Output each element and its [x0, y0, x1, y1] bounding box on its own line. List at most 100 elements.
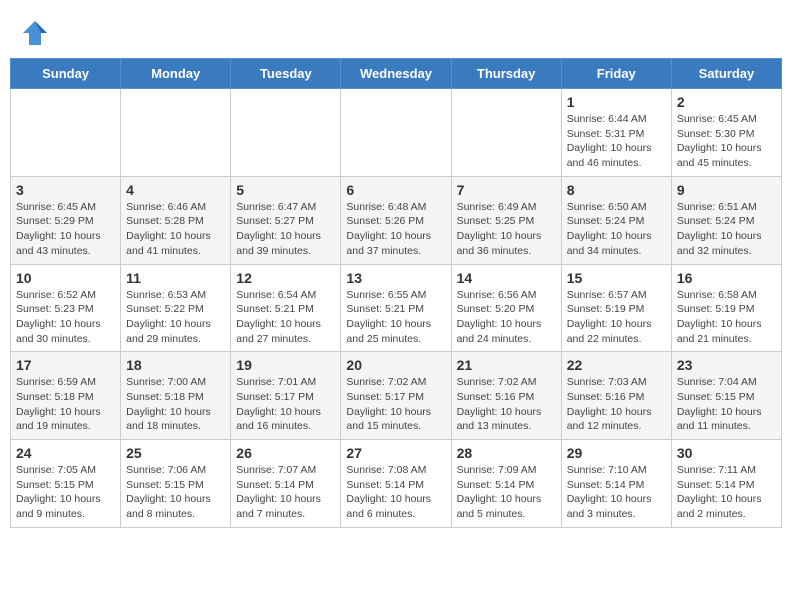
- day-info: Sunrise: 6:57 AMSunset: 5:19 PMDaylight:…: [567, 288, 666, 347]
- day-info: Sunrise: 6:47 AMSunset: 5:27 PMDaylight:…: [236, 200, 335, 259]
- day-number: 16: [677, 270, 776, 286]
- calendar-cell: 22 Sunrise: 7:03 AMSunset: 5:16 PMDayligh…: [561, 352, 671, 440]
- weekday-header: Saturday: [671, 59, 781, 89]
- calendar-cell: 29 Sunrise: 7:10 AMSunset: 5:14 PMDayligh…: [561, 440, 671, 528]
- calendar-cell: 13 Sunrise: 6:55 AMSunset: 5:21 PMDayligh…: [341, 264, 451, 352]
- day-info: Sunrise: 6:59 AMSunset: 5:18 PMDaylight:…: [16, 375, 115, 434]
- calendar-week-row: 1 Sunrise: 6:44 AMSunset: 5:31 PMDaylight…: [11, 89, 782, 177]
- weekday-header: Wednesday: [341, 59, 451, 89]
- day-info: Sunrise: 6:46 AMSunset: 5:28 PMDaylight:…: [126, 200, 225, 259]
- calendar-cell: 18 Sunrise: 7:00 AMSunset: 5:18 PMDayligh…: [121, 352, 231, 440]
- day-number: 8: [567, 182, 666, 198]
- day-info: Sunrise: 6:48 AMSunset: 5:26 PMDaylight:…: [346, 200, 445, 259]
- calendar-cell: 11 Sunrise: 6:53 AMSunset: 5:22 PMDayligh…: [121, 264, 231, 352]
- day-number: 2: [677, 94, 776, 110]
- calendar-cell: [451, 89, 561, 177]
- day-info: Sunrise: 7:04 AMSunset: 5:15 PMDaylight:…: [677, 375, 776, 434]
- day-info: Sunrise: 6:52 AMSunset: 5:23 PMDaylight:…: [16, 288, 115, 347]
- day-number: 14: [457, 270, 556, 286]
- day-number: 12: [236, 270, 335, 286]
- day-number: 1: [567, 94, 666, 110]
- day-info: Sunrise: 6:55 AMSunset: 5:21 PMDaylight:…: [346, 288, 445, 347]
- calendar-cell: 9 Sunrise: 6:51 AMSunset: 5:24 PMDaylight…: [671, 176, 781, 264]
- day-number: 30: [677, 445, 776, 461]
- calendar-cell: 25 Sunrise: 7:06 AMSunset: 5:15 PMDayligh…: [121, 440, 231, 528]
- calendar-week-row: 3 Sunrise: 6:45 AMSunset: 5:29 PMDaylight…: [11, 176, 782, 264]
- day-info: Sunrise: 6:45 AMSunset: 5:30 PMDaylight:…: [677, 112, 776, 171]
- day-info: Sunrise: 7:06 AMSunset: 5:15 PMDaylight:…: [126, 463, 225, 522]
- calendar-cell: 16 Sunrise: 6:58 AMSunset: 5:19 PMDayligh…: [671, 264, 781, 352]
- day-number: 10: [16, 270, 115, 286]
- calendar-cell: 7Sunrise: 6:49 AMSunset: 5:25 PMDaylight…: [451, 176, 561, 264]
- calendar-cell: 21 Sunrise: 7:02 AMSunset: 5:16 PMDayligh…: [451, 352, 561, 440]
- calendar-week-row: 10 Sunrise: 6:52 AMSunset: 5:23 PMDayligh…: [11, 264, 782, 352]
- calendar-cell: [231, 89, 341, 177]
- weekday-header: Thursday: [451, 59, 561, 89]
- weekday-header: Sunday: [11, 59, 121, 89]
- day-info: Sunrise: 7:09 AMSunset: 5:14 PMDaylight:…: [457, 463, 556, 522]
- calendar-cell: 6Sunrise: 6:48 AMSunset: 5:26 PMDaylight…: [341, 176, 451, 264]
- calendar-cell: 24Sunrise: 7:05 AMSunset: 5:15 PMDayligh…: [11, 440, 121, 528]
- day-number: 11: [126, 270, 225, 286]
- day-info: Sunrise: 6:53 AMSunset: 5:22 PMDaylight:…: [126, 288, 225, 347]
- day-info: Sunrise: 7:10 AMSunset: 5:14 PMDaylight:…: [567, 463, 666, 522]
- calendar-week-row: 24Sunrise: 7:05 AMSunset: 5:15 PMDayligh…: [11, 440, 782, 528]
- calendar-cell: 10 Sunrise: 6:52 AMSunset: 5:23 PMDayligh…: [11, 264, 121, 352]
- day-info: Sunrise: 6:44 AMSunset: 5:31 PMDaylight:…: [567, 112, 666, 171]
- calendar-cell: [341, 89, 451, 177]
- calendar-week-row: 17 Sunrise: 6:59 AMSunset: 5:18 PMDayligh…: [11, 352, 782, 440]
- day-info: Sunrise: 7:02 AMSunset: 5:17 PMDaylight:…: [346, 375, 445, 434]
- day-number: 21: [457, 357, 556, 373]
- day-info: Sunrise: 7:02 AMSunset: 5:16 PMDaylight:…: [457, 375, 556, 434]
- calendar-cell: 19 Sunrise: 7:01 AMSunset: 5:17 PMDayligh…: [231, 352, 341, 440]
- day-info: Sunrise: 7:03 AMSunset: 5:16 PMDaylight:…: [567, 375, 666, 434]
- calendar-cell: [11, 89, 121, 177]
- day-number: 29: [567, 445, 666, 461]
- day-number: 3: [16, 182, 115, 198]
- day-number: 28: [457, 445, 556, 461]
- calendar: SundayMondayTuesdayWednesdayThursdayFrid…: [0, 58, 792, 538]
- day-info: Sunrise: 6:54 AMSunset: 5:21 PMDaylight:…: [236, 288, 335, 347]
- day-number: 27: [346, 445, 445, 461]
- day-info: Sunrise: 7:07 AMSunset: 5:14 PMDaylight:…: [236, 463, 335, 522]
- calendar-cell: 1 Sunrise: 6:44 AMSunset: 5:31 PMDaylight…: [561, 89, 671, 177]
- day-number: 13: [346, 270, 445, 286]
- calendar-cell: 3 Sunrise: 6:45 AMSunset: 5:29 PMDaylight…: [11, 176, 121, 264]
- day-number: 22: [567, 357, 666, 373]
- weekday-header: Tuesday: [231, 59, 341, 89]
- day-info: Sunrise: 6:58 AMSunset: 5:19 PMDaylight:…: [677, 288, 776, 347]
- day-number: 26: [236, 445, 335, 461]
- calendar-table: SundayMondayTuesdayWednesdayThursdayFrid…: [10, 58, 782, 528]
- calendar-cell: 17 Sunrise: 6:59 AMSunset: 5:18 PMDayligh…: [11, 352, 121, 440]
- day-info: Sunrise: 7:00 AMSunset: 5:18 PMDaylight:…: [126, 375, 225, 434]
- day-info: Sunrise: 6:50 AMSunset: 5:24 PMDaylight:…: [567, 200, 666, 259]
- logo-icon: [20, 18, 50, 48]
- page-header: [0, 0, 792, 58]
- day-info: Sunrise: 7:05 AMSunset: 5:15 PMDaylight:…: [16, 463, 115, 522]
- day-number: 20: [346, 357, 445, 373]
- calendar-cell: 14Sunrise: 6:56 AMSunset: 5:20 PMDayligh…: [451, 264, 561, 352]
- calendar-cell: 28 Sunrise: 7:09 AMSunset: 5:14 PMDayligh…: [451, 440, 561, 528]
- calendar-cell: 12 Sunrise: 6:54 AMSunset: 5:21 PMDayligh…: [231, 264, 341, 352]
- day-info: Sunrise: 6:51 AMSunset: 5:24 PMDaylight:…: [677, 200, 776, 259]
- weekday-header: Friday: [561, 59, 671, 89]
- day-info: Sunrise: 6:45 AMSunset: 5:29 PMDaylight:…: [16, 200, 115, 259]
- weekday-header-row: SundayMondayTuesdayWednesdayThursdayFrid…: [11, 59, 782, 89]
- calendar-cell: 5 Sunrise: 6:47 AMSunset: 5:27 PMDaylight…: [231, 176, 341, 264]
- calendar-cell: 20 Sunrise: 7:02 AMSunset: 5:17 PMDayligh…: [341, 352, 451, 440]
- calendar-cell: 8 Sunrise: 6:50 AMSunset: 5:24 PMDaylight…: [561, 176, 671, 264]
- logo: [20, 18, 56, 48]
- day-number: 17: [16, 357, 115, 373]
- day-number: 9: [677, 182, 776, 198]
- day-number: 15: [567, 270, 666, 286]
- calendar-cell: 27 Sunrise: 7:08 AMSunset: 5:14 PMDayligh…: [341, 440, 451, 528]
- day-info: Sunrise: 7:08 AMSunset: 5:14 PMDaylight:…: [346, 463, 445, 522]
- calendar-cell: 30Sunrise: 7:11 AMSunset: 5:14 PMDayligh…: [671, 440, 781, 528]
- day-number: 25: [126, 445, 225, 461]
- calendar-cell: 15 Sunrise: 6:57 AMSunset: 5:19 PMDayligh…: [561, 264, 671, 352]
- day-number: 5: [236, 182, 335, 198]
- day-number: 23: [677, 357, 776, 373]
- day-info: Sunrise: 7:01 AMSunset: 5:17 PMDaylight:…: [236, 375, 335, 434]
- day-number: 19: [236, 357, 335, 373]
- day-number: 18: [126, 357, 225, 373]
